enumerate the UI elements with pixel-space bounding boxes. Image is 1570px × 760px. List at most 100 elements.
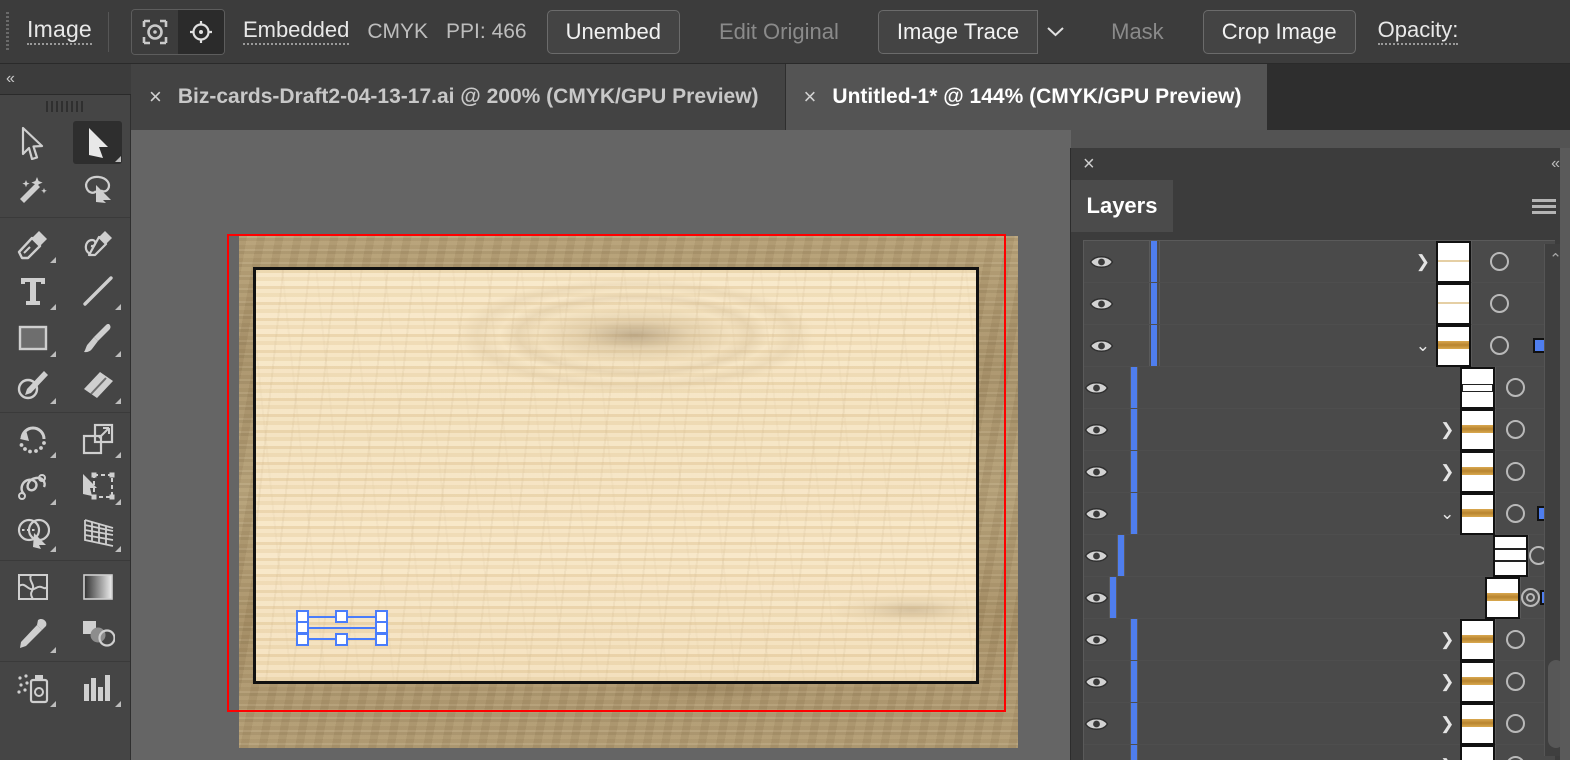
layer-name-cell[interactable] [1160,282,1471,325]
layers-list[interactable]: ❯ ⌄ ❯ ❯ ⌄ ❯ ❯ ❯ ❯ [1083,240,1555,760]
lock-toggle-cell[interactable] [1109,619,1131,660]
tool-flyout-indicator[interactable] [50,647,56,653]
tools-panel-grip[interactable] [0,95,130,117]
toolbar-collapse-button[interactable]: « [0,64,131,95]
close-icon[interactable]: × [804,86,817,108]
layer-thumbnail[interactable] [1460,366,1496,409]
blend-tool[interactable] [65,610,130,657]
shape-builder-tool[interactable] [0,509,65,556]
visibility-eye-icon[interactable] [1084,548,1109,564]
layer-target-circle[interactable] [1495,493,1535,534]
visibility-eye-icon[interactable] [1084,632,1109,648]
lock-toggle-cell[interactable] [1109,451,1131,492]
lock-toggle-cell[interactable] [1119,325,1150,366]
eyedropper-tool[interactable] [0,610,65,657]
visibility-eye-icon[interactable] [1084,422,1109,438]
layer-target-circle[interactable] [1470,241,1527,282]
close-icon[interactable]: × [149,86,162,108]
layer-target-circle[interactable] [1470,325,1527,366]
line-segment-tool[interactable] [65,267,130,314]
layer-row[interactable] [1084,534,1555,577]
layer-target-circle[interactable] [1495,367,1535,408]
visibility-eye-icon[interactable] [1084,464,1109,480]
layer-name-cell[interactable]: ❯ [1138,408,1496,451]
layer-thumbnail[interactable] [1460,660,1496,703]
layer-row[interactable]: ⌄ [1084,324,1555,367]
tool-flyout-indicator[interactable] [115,546,121,552]
layer-thumbnail[interactable] [1460,450,1496,493]
selection-tool[interactable] [0,119,65,166]
direct-selection-tool[interactable] [65,119,130,166]
document-tab-untitled-1[interactable]: × Untitled-1* @ 144% (CMYK/GPU Preview) [785,64,1269,130]
tool-flyout-indicator[interactable] [50,398,56,404]
shaper-pencil-tool[interactable] [0,361,65,408]
tool-flyout-indicator[interactable] [115,398,121,404]
layer-thumbnail[interactable] [1485,576,1520,619]
layer-name-cell[interactable] [1138,366,1496,409]
layer-target-circle[interactable] [1495,409,1535,450]
layer-name-cell[interactable] [1125,534,1528,577]
layer-row[interactable]: ❯ [1084,660,1555,703]
tool-flyout-indicator[interactable] [115,156,121,162]
crop-image-button[interactable]: Crop Image [1202,9,1356,54]
layer-thumbnail[interactable] [1460,702,1496,745]
lock-toggle-cell[interactable] [1109,409,1131,450]
curvature-tool[interactable] [65,220,130,267]
layer-target-circle[interactable] [1495,619,1535,660]
layer-target-circle[interactable] [1495,745,1535,760]
document-tab-biz-cards[interactable]: × Biz-cards-Draft2-04-13-17.ai @ 200% (C… [131,64,786,130]
chevron-right-icon[interactable]: ❯ [1434,714,1460,734]
layer-target-circle[interactable] [1470,283,1527,324]
selection-handle-bottom-center[interactable] [335,633,348,646]
column-graph-tool[interactable] [65,664,130,711]
perspective-grid-tool[interactable] [65,509,130,556]
chevron-down-icon[interactable]: ⌄ [1410,336,1436,356]
width-tool[interactable] [0,462,65,509]
layer-row[interactable] [1084,366,1555,409]
layer-row[interactable] [1084,576,1555,619]
layer-row[interactable]: ❯ [1084,408,1555,451]
layer-name-cell[interactable] [1117,576,1520,619]
layer-target-circle[interactable] [1495,661,1535,702]
visibility-eye-icon[interactable] [1084,338,1119,354]
lock-toggle-cell[interactable] [1119,283,1150,324]
layer-row[interactable]: ⌄ [1084,492,1555,535]
selection-handle-bottom-right[interactable] [375,633,388,646]
layer-thumbnail[interactable] [1460,744,1496,760]
chevron-right-icon[interactable]: ❯ [1434,672,1460,692]
lasso-tool[interactable] [65,166,130,213]
chevron-down-icon[interactable] [1038,10,1072,54]
lock-toggle-cell[interactable] [1109,745,1131,760]
chevron-right-icon[interactable]: ❯ [1434,756,1460,760]
symbol-sprayer-tool[interactable] [0,664,65,711]
tool-flyout-indicator[interactable] [50,701,56,707]
transform-content-only-icon[interactable] [177,9,224,54]
lock-toggle-cell[interactable] [1109,703,1131,744]
tool-flyout-indicator[interactable] [50,499,56,505]
visibility-eye-icon[interactable] [1084,254,1119,270]
layer-target-circle[interactable] [1495,451,1535,492]
chevron-right-icon[interactable]: ❯ [1434,630,1460,650]
layer-name-cell[interactable]: ❯ [1138,618,1496,661]
paintbrush-tool[interactable] [65,314,130,361]
tool-flyout-indicator[interactable] [50,304,56,310]
transform-image-and-content-icon[interactable] [131,9,178,54]
layer-thumbnail[interactable] [1492,534,1528,577]
layer-thumbnail[interactable] [1460,492,1496,535]
visibility-eye-icon[interactable] [1084,380,1109,396]
layer-thumbnail[interactable] [1435,282,1471,325]
document-canvas[interactable] [131,130,1071,760]
layer-target-circle[interactable] [1520,577,1540,618]
lock-toggle-cell[interactable] [1109,367,1131,408]
chevron-right-icon[interactable]: ❯ [1434,420,1460,440]
rectangle-tool[interactable] [0,314,65,361]
tool-flyout-indicator[interactable] [50,351,56,357]
close-icon[interactable]: × [1083,154,1095,174]
layer-row[interactable]: ❯ [1084,744,1555,760]
lock-toggle-cell[interactable] [1109,535,1118,576]
layer-thumbnail[interactable] [1435,324,1471,367]
chevron-right-icon[interactable]: ❯ [1410,252,1436,272]
layer-name-cell[interactable]: ❯ [1138,744,1496,760]
tool-flyout-indicator[interactable] [50,452,56,458]
visibility-eye-icon[interactable] [1084,506,1109,522]
